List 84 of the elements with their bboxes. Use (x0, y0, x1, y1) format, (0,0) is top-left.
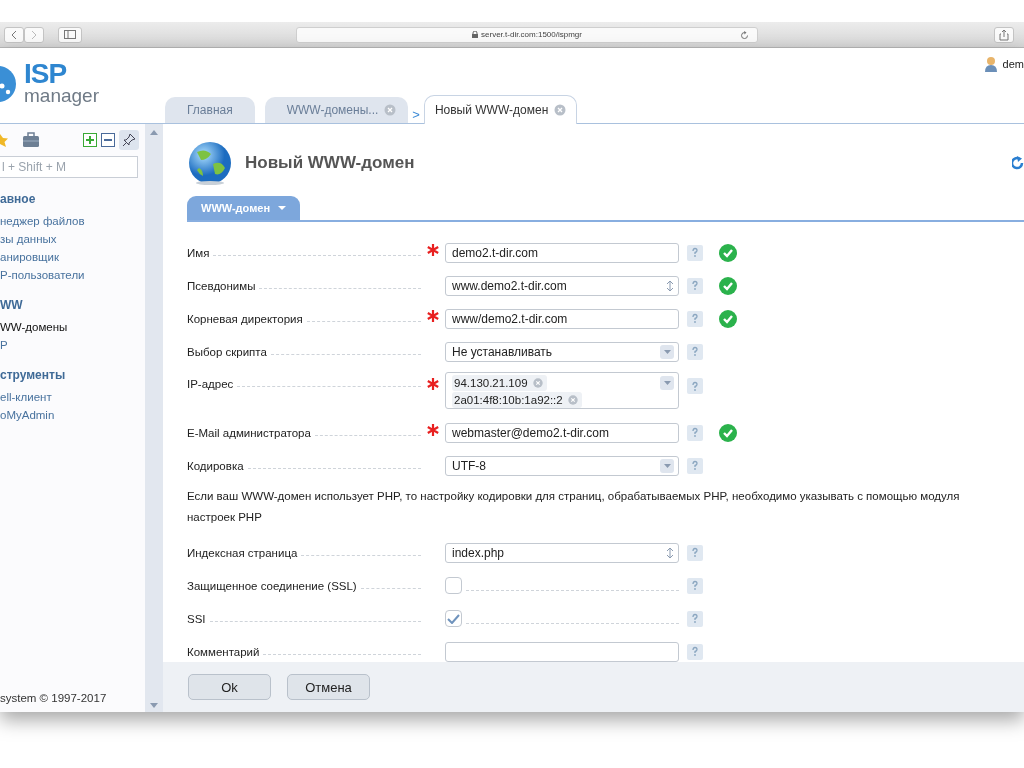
sidebar-toggle-icon[interactable] (58, 26, 82, 43)
address-bar[interactable]: server.t-dir.com:1500/ispmgr (296, 26, 758, 43)
lock-icon (472, 31, 479, 38)
forward-button[interactable] (24, 26, 44, 43)
spinner-arrows-icon[interactable] (666, 546, 674, 559)
menu-item[interactable]: ell-клиент (0, 388, 52, 406)
multi-select-field[interactable]: 94.130.21.109 2a01:4f8:10b:1a92::2 (445, 372, 679, 409)
menu-item[interactable]: oMyAdmin (0, 406, 55, 424)
menu-group-title[interactable]: WW (0, 298, 23, 312)
spinner-arrows-icon[interactable] (666, 279, 674, 292)
field-label: Кодировка (187, 459, 244, 472)
dropdown[interactable]: Не устанавливать (445, 341, 679, 362)
help-icon[interactable] (687, 343, 703, 360)
page-title: Новый WWW-домен (245, 153, 415, 173)
reload-icon[interactable] (740, 30, 749, 40)
help-icon[interactable] (687, 577, 703, 594)
sidebar-scrollbar[interactable] (145, 124, 163, 712)
text-field[interactable]: www/demo2.t-dir.com (445, 308, 679, 329)
dropdown[interactable]: UTF-8 (445, 455, 679, 476)
checkbox[interactable] (445, 610, 462, 627)
share-button[interactable] (994, 26, 1014, 43)
tag-chip[interactable]: 94.130.21.109 (452, 375, 547, 391)
share-icon (999, 28, 1009, 41)
field-label: Имя (187, 246, 210, 259)
text-field[interactable]: webmaster@demo2.t-dir.com (445, 422, 679, 443)
field-label: Индексная страница (187, 546, 298, 559)
menu-search-field[interactable]: l + Shift + M (0, 156, 138, 178)
menu-item[interactable]: WW-домены (0, 318, 68, 336)
collapse-all-icon[interactable] (101, 133, 115, 147)
back-button[interactable] (4, 26, 24, 43)
user-icon (983, 56, 998, 72)
help-icon[interactable] (687, 544, 703, 561)
help-icon[interactable] (687, 277, 703, 294)
field-label: IP-адрес (187, 378, 234, 390)
field-label: SSI (187, 612, 206, 625)
user-menu[interactable]: dem (983, 56, 1024, 72)
globe-icon (187, 140, 233, 186)
breadcrumb-separator: > (412, 106, 420, 122)
logo[interactable]: ISP manager (0, 60, 99, 105)
chevron-left-icon (10, 29, 18, 40)
address-text: server.t-dir.com:1500/ispmgr (481, 30, 582, 39)
field-label: Комментарий (187, 645, 260, 658)
help-icon[interactable] (687, 378, 703, 394)
field-label: E-Mail администратора (187, 426, 311, 439)
text-field[interactable]: index.php (445, 542, 679, 563)
menu-group-title[interactable]: авное (0, 192, 36, 206)
cancel-button[interactable]: Отмена (287, 674, 370, 700)
help-icon[interactable] (687, 310, 703, 327)
help-icon[interactable] (687, 457, 703, 474)
field-label: Выбор скрипта (187, 345, 267, 358)
copyright-text: system © 1997-2017 (0, 692, 108, 704)
refresh-icon[interactable] (1012, 156, 1024, 170)
scroll-down-icon[interactable] (150, 703, 158, 708)
help-icon[interactable] (687, 610, 703, 627)
checkbox[interactable] (445, 577, 462, 594)
menu-item[interactable]: анировщик (0, 248, 59, 266)
pin-button[interactable] (119, 130, 139, 150)
menu-group-title[interactable]: струменты (0, 368, 66, 382)
expand-all-icon[interactable] (83, 133, 97, 147)
text-field[interactable]: demo2.t-dir.com (445, 242, 679, 263)
ok-button[interactable]: Ok (188, 674, 271, 700)
menu-item[interactable]: P (0, 336, 8, 354)
menu-item[interactable]: зы данных (0, 230, 57, 248)
remove-icon[interactable] (532, 377, 543, 389)
menu-item[interactable]: неджер файлов (0, 212, 85, 230)
close-tab-icon[interactable] (384, 104, 397, 116)
field-label: Псевдонимы (187, 279, 256, 292)
chevron-right-icon (30, 29, 38, 40)
scroll-up-icon[interactable] (150, 130, 158, 135)
tag-chip[interactable]: 2a01:4f8:10b:1a92::2 (452, 392, 582, 408)
menu-item[interactable]: P-пользователи (0, 266, 85, 284)
caret-icon (278, 206, 287, 210)
hint-text: Если ваш WWW-домен использует PHP, то настройку кодировки для страниц, обрабатываемых PHP, необходимо указывать с помощью модуля настроек PHP (187, 489, 961, 525)
text-field[interactable] (445, 641, 679, 662)
help-icon[interactable] (687, 424, 703, 441)
help-icon[interactable] (687, 244, 703, 261)
text-field[interactable]: www.demo2.t-dir.com (445, 275, 679, 296)
briefcase-icon[interactable] (22, 132, 40, 148)
help-icon[interactable] (687, 643, 703, 660)
remove-icon[interactable] (567, 394, 578, 406)
field-label: Корневая директория (187, 312, 303, 325)
field-label: Защищенное соединение (SSL) (187, 579, 357, 592)
tab[interactable]: Новый WWW-домен (423, 95, 578, 124)
close-tab-icon[interactable] (554, 104, 567, 116)
